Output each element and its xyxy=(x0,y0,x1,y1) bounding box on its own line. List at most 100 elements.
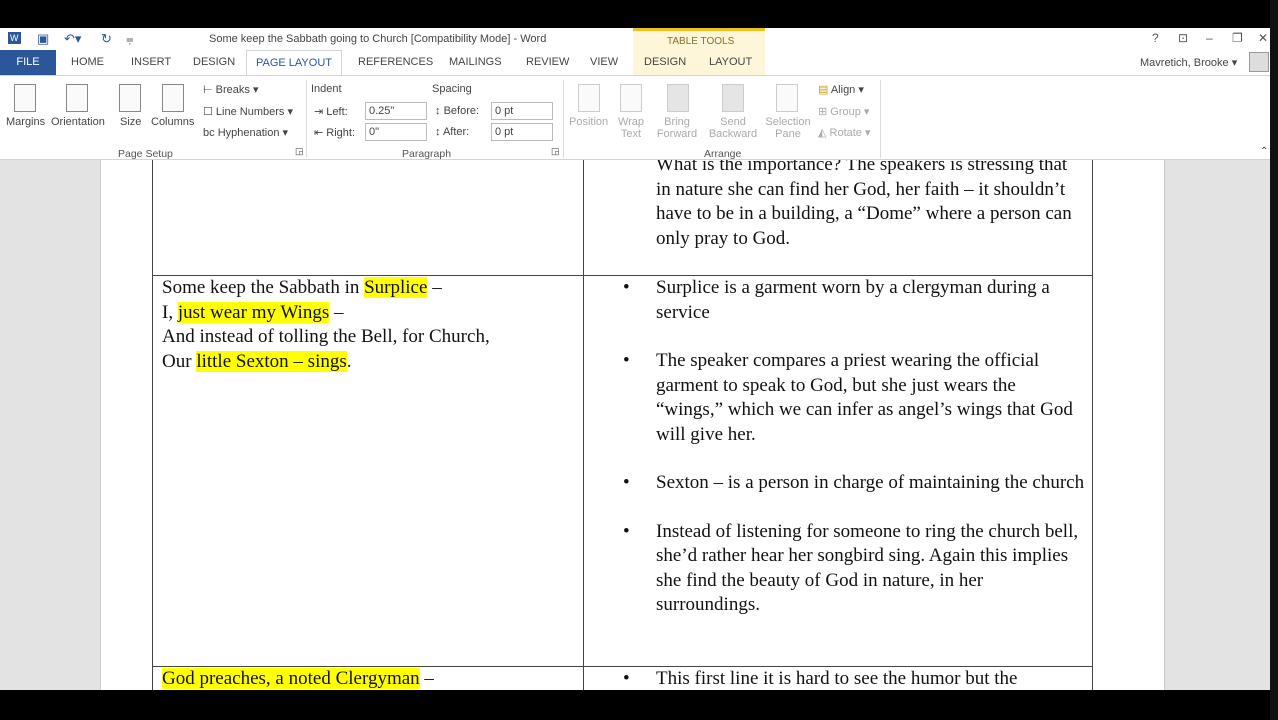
highlighted-text: just wear my Wings xyxy=(177,301,330,323)
text-run: – xyxy=(419,668,434,689)
close-icon[interactable]: ✕ xyxy=(1258,31,1268,45)
list-item: Surplice is a garment worn by a clergyma… xyxy=(623,276,1086,325)
tab-table-layout[interactable]: LAYOUT xyxy=(709,56,752,68)
table-cell-row2-right[interactable]: Surplice is a garment worn by a clergyma… xyxy=(623,276,1086,642)
window-title: Some keep the Sabbath going to Church [C… xyxy=(209,33,547,45)
table-border xyxy=(152,160,153,690)
indent-left-text: Left: xyxy=(326,106,348,118)
spacing-label: Spacing xyxy=(432,83,472,95)
ribbon-display-options-icon[interactable]: ⊡ xyxy=(1178,31,1188,45)
spacing-after-text: After: xyxy=(442,126,470,138)
table-cell-row1-right[interactable]: What is the importance? The speakers is … xyxy=(656,160,1086,251)
user-name[interactable]: Mavretich, Brooke ▾ xyxy=(1140,56,1237,69)
undo-icon[interactable]: ↶▾ xyxy=(64,31,81,47)
columns-button[interactable]: Columns xyxy=(151,116,194,128)
minimize-icon[interactable]: – xyxy=(1206,31,1213,45)
tab-home[interactable]: HOME xyxy=(71,56,104,68)
text-run: Some keep the Sabbath in xyxy=(162,277,365,298)
spacing-before-label: ↕ Before: xyxy=(435,105,480,117)
restore-icon[interactable]: ❐ xyxy=(1232,31,1243,45)
wrap-text-icon xyxy=(620,84,642,112)
hyphenation-icon: bc xyxy=(203,127,218,139)
tab-file[interactable]: FILE xyxy=(0,50,56,75)
indent-label: Indent xyxy=(311,83,342,95)
text-run: And instead of tolling the Bell, for Chu… xyxy=(162,326,490,347)
tab-table-design[interactable]: DESIGN xyxy=(644,56,686,68)
align-button[interactable]: ▤ Align ▾ xyxy=(818,83,864,96)
orientation-button[interactable]: Orientation xyxy=(51,116,105,128)
desktop-edge xyxy=(1270,0,1278,720)
position-button[interactable]: Position xyxy=(569,116,608,128)
tab-references[interactable]: REFERENCES xyxy=(358,56,433,68)
tab-mailings[interactable]: MAILINGS xyxy=(449,56,502,68)
tab-view[interactable]: VIEW xyxy=(590,56,618,68)
avatar[interactable] xyxy=(1249,52,1269,72)
spacing-after-input[interactable]: 0 pt xyxy=(491,123,553,141)
rotate-icon: ◭ xyxy=(818,127,830,139)
table-cell-row3-left[interactable]: God preaches, a noted Clergyman – xyxy=(162,667,577,690)
poem-line: Some keep the Sabbath in Surplice – xyxy=(162,276,577,301)
table-border xyxy=(1092,160,1093,690)
spacing-before-input[interactable]: 0 pt xyxy=(491,102,553,120)
page-setup-launcher-icon[interactable]: ◲ xyxy=(295,146,304,157)
help-button[interactable]: ? xyxy=(1152,31,1159,45)
columns-icon xyxy=(162,84,184,112)
size-button[interactable]: Size xyxy=(120,116,141,128)
tab-insert[interactable]: INSERT xyxy=(131,56,171,68)
orientation-icon xyxy=(66,84,88,112)
margins-icon xyxy=(14,84,36,112)
table-cell-row3-right[interactable]: This first line it is hard to see the hu… xyxy=(623,667,1086,690)
ribbon-tabs: FILE HOME INSERT DESIGN PAGE LAYOUT REFE… xyxy=(0,50,1270,76)
align-label: Align xyxy=(830,84,856,96)
breaks-button[interactable]: ⊢ Breaks ▾ xyxy=(203,83,258,96)
group-button[interactable]: ⊞ Group ▾ xyxy=(818,105,869,118)
bring-forward-button[interactable]: Bring Forward xyxy=(652,116,702,140)
poem-line: And instead of tolling the Bell, for Chu… xyxy=(162,325,577,350)
page-setup-group-label: Page Setup xyxy=(118,148,173,160)
tab-page-layout[interactable]: PAGE LAYOUT xyxy=(246,50,342,76)
breaks-label: Breaks xyxy=(215,84,250,96)
indent-right-input[interactable]: 0" xyxy=(365,123,427,141)
word-window: W ▣ ↶▾ ↻ ⩦ Some keep the Sabbath going t… xyxy=(0,28,1270,160)
highlighted-text: little Sexton – sings xyxy=(196,350,347,372)
hyphenation-label: Hyphenation xyxy=(217,127,280,139)
table-border xyxy=(583,160,584,690)
poem-line: God preaches, a noted Clergyman – xyxy=(162,667,577,690)
position-icon xyxy=(578,84,600,112)
tab-design[interactable]: DESIGN xyxy=(193,56,235,68)
collapse-ribbon-icon[interactable]: ⌃ xyxy=(1260,146,1268,157)
indent-left-input[interactable]: 0.25" xyxy=(365,102,427,120)
customize-toolbar-icon[interactable]: ⩦ xyxy=(126,31,134,47)
send-backward-icon xyxy=(722,84,744,112)
separator xyxy=(880,80,881,158)
breaks-icon: ⊢ xyxy=(203,84,216,96)
paragraph-launcher-icon[interactable]: ◲ xyxy=(551,146,560,157)
table-tools-label: TABLE TOOLS xyxy=(667,36,735,47)
selection-pane-button[interactable]: Selection Pane xyxy=(764,116,812,140)
text-run: Our xyxy=(162,350,197,372)
table-cell-row2-left[interactable]: Some keep the Sabbath in Surplice – I, ju… xyxy=(162,276,577,374)
rotate-button[interactable]: ◭ Rotate ▾ xyxy=(818,126,871,139)
line-numbers-button[interactable]: ☐ Line Numbers ▾ xyxy=(203,105,293,118)
user-name-label: Mavretich, Brooke xyxy=(1140,57,1229,69)
poem-line: Our little Sexton – sings. xyxy=(162,350,577,375)
tab-review[interactable]: REVIEW xyxy=(526,56,569,68)
send-backward-button[interactable]: Send Backward xyxy=(706,116,760,140)
save-icon[interactable]: ▣ xyxy=(37,31,49,47)
ribbon: Margins Orientation Size Columns ⊢ Break… xyxy=(0,75,1270,160)
indent-left-label: ⇥ Left: xyxy=(314,106,348,118)
margins-button[interactable]: Margins xyxy=(6,116,45,128)
redo-icon[interactable]: ↻ xyxy=(101,31,112,47)
poem-line: I, just wear my Wings – xyxy=(162,301,577,326)
bring-forward-icon xyxy=(667,84,689,112)
align-icon: ▤ xyxy=(818,84,831,96)
text-run: I, xyxy=(162,301,178,323)
hyphenation-button[interactable]: bc Hyphenation ▾ xyxy=(203,126,288,139)
text-run: . xyxy=(346,350,352,372)
indent-right-label: ⇤ Right: xyxy=(314,127,356,139)
line-numbers-icon: ☐ xyxy=(203,106,216,118)
document-page[interactable]: What is the importance? The speakers is … xyxy=(100,160,1165,690)
wrap-text-button[interactable]: Wrap Text xyxy=(617,116,645,140)
selection-pane-icon xyxy=(776,84,798,112)
list-item: This first line it is hard to see the hu… xyxy=(623,667,1086,690)
